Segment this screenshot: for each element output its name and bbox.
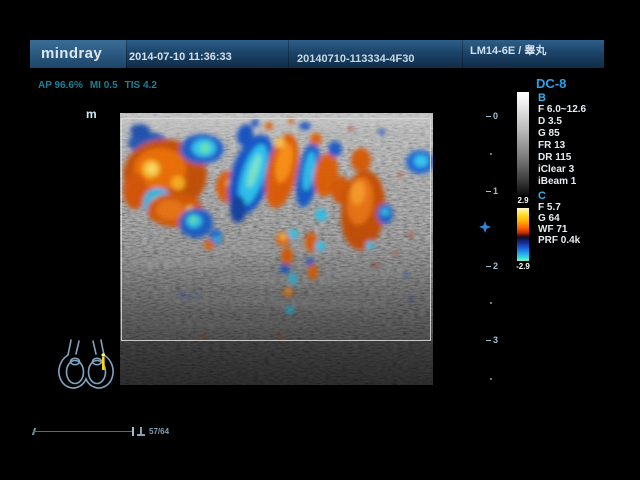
depth-tick: [486, 266, 491, 268]
b-mode-params: F 6.0~12.6 D 3.5 G 85 FR 13 DR 115 iClea…: [538, 104, 586, 188]
header-divider: [126, 40, 127, 68]
cine-frame-counter: 57/64: [149, 427, 169, 436]
orientation-marker: m: [86, 107, 97, 121]
mi-value: MI 0.5: [90, 80, 118, 91]
depth-tick-dot: [490, 378, 492, 380]
param-line: F 5.7: [538, 202, 580, 213]
datetime-text: 2014-07-10 11:36:33: [129, 51, 232, 63]
velocity-min-label: -2.9: [512, 262, 534, 271]
probe-preset-text: LM14-6E / 睾丸: [470, 42, 546, 58]
depth-tick-label: 3: [493, 336, 498, 345]
param-line: iClear 3: [538, 164, 586, 176]
cine-end-marker-base: [137, 434, 145, 436]
param-line: iBeam 1: [538, 176, 586, 188]
model-label: DC-8: [536, 76, 566, 91]
cine-track[interactable]: [33, 431, 133, 432]
cine-progress-bar[interactable]: 57/64: [33, 424, 193, 438]
velocity-max-label: 2.9: [512, 196, 534, 205]
exam-id-text: 20140710-113334-4F30: [297, 53, 414, 65]
depth-tick: [486, 340, 491, 342]
header-divider: [288, 40, 289, 68]
depth-tick-dot: [490, 153, 492, 155]
depth-tick-label: 2: [493, 262, 498, 271]
param-line: G 85: [538, 128, 586, 140]
ultrasound-screen: mindray 2014-07-10 11:36:33 20140710-113…: [0, 0, 640, 480]
depth-tick-dot: [490, 302, 492, 304]
ultrasound-image[interactable]: [120, 113, 433, 385]
mindray-logo: mindray: [41, 45, 102, 62]
b-mode-label: B: [538, 92, 546, 104]
param-line: DR 115: [538, 152, 586, 164]
c-mode-label: C: [538, 190, 546, 202]
depth-tick: [486, 191, 491, 193]
status-bar: AP 96.6% MI 0.5 TIS 4.2: [38, 80, 164, 91]
depth-tick: [486, 116, 491, 118]
param-line: D 3.5: [538, 116, 586, 128]
top-bar: mindray 2014-07-10 11:36:33 20140710-113…: [30, 40, 604, 68]
probe-position-marker: [102, 353, 106, 370]
depth-tick-label: 0: [493, 112, 498, 121]
param-line: FR 13: [538, 140, 586, 152]
ap-value: AP 96.6%: [38, 80, 83, 91]
param-line: PRF 0.4k: [538, 235, 580, 246]
param-line: WF 71: [538, 224, 580, 235]
tis-value: TIS 4.2: [125, 80, 157, 91]
c-mode-params: F 5.7 G 64 WF 71 PRF 0.4k: [538, 202, 580, 246]
focus-marker-icon: [479, 221, 491, 233]
depth-tick-label: 1: [493, 187, 498, 196]
cine-position-handle[interactable]: [132, 427, 134, 436]
param-line: F 6.0~12.6: [538, 104, 586, 116]
header-divider: [462, 40, 463, 68]
param-line: G 64: [538, 213, 580, 224]
grayscale-bar: [517, 92, 529, 195]
color-doppler-bar: [517, 208, 529, 261]
body-mark-icon: [52, 334, 120, 394]
